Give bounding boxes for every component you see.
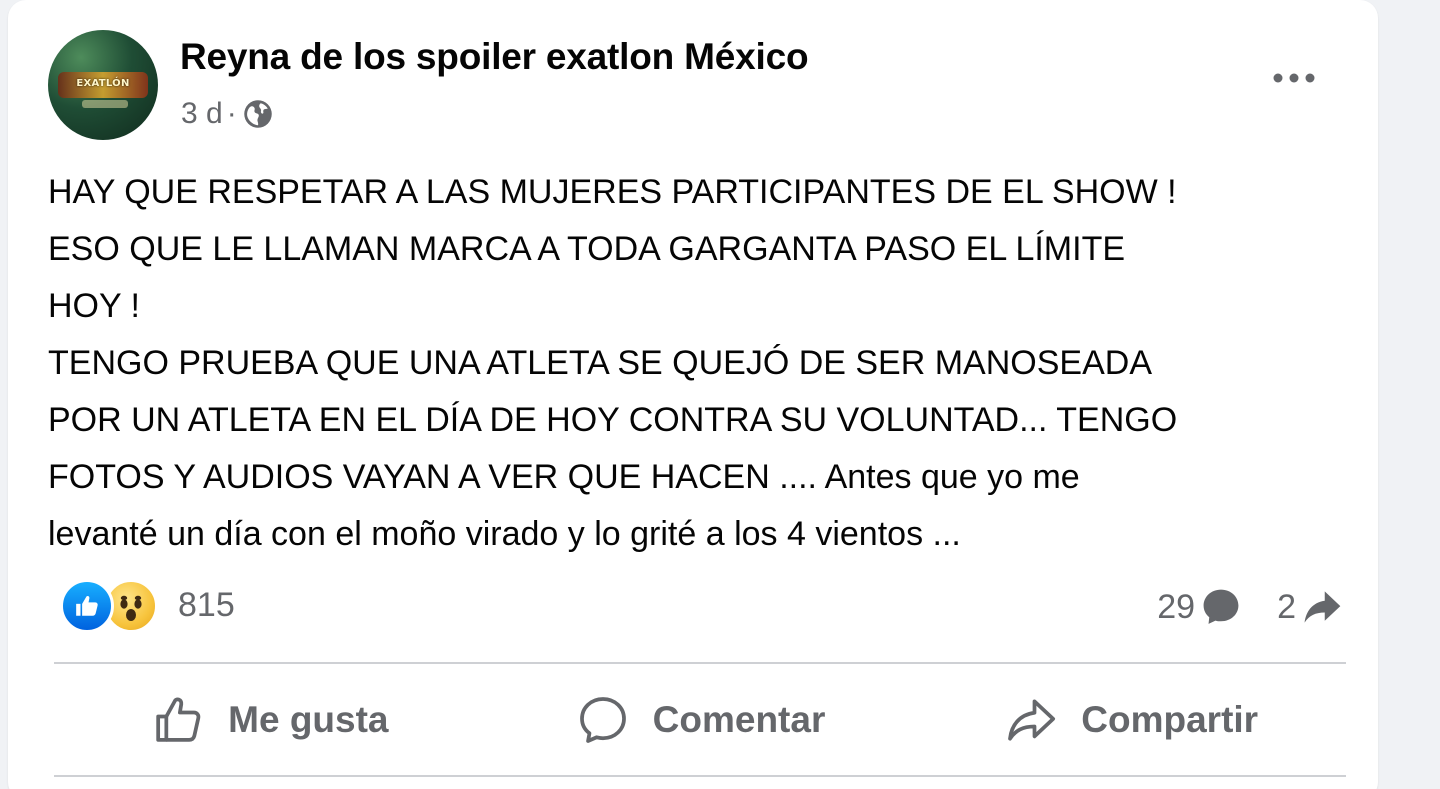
thumbs-up-icon bbox=[156, 697, 201, 742]
globe-icon[interactable] bbox=[243, 99, 273, 129]
shares-count: 2 bbox=[1277, 587, 1296, 626]
more-options-button[interactable] bbox=[1262, 56, 1326, 100]
share-icon bbox=[1008, 699, 1056, 741]
shares-count-link[interactable]: 2 bbox=[1277, 585, 1344, 629]
post-actions-bar: Me gusta Comentar Compartir bbox=[54, 666, 1346, 774]
meta-separator: · bbox=[226, 97, 237, 130]
share-arrow-icon bbox=[1304, 591, 1341, 623]
comment-bubble-icon bbox=[1203, 589, 1239, 624]
divider-top bbox=[54, 662, 1346, 664]
post-meta: 3 d · bbox=[181, 96, 273, 132]
like-reaction-icon bbox=[60, 579, 114, 633]
reaction-icons[interactable] bbox=[60, 579, 158, 633]
more-options-icon bbox=[1273, 73, 1315, 83]
like-button-label: Me gusta bbox=[228, 699, 389, 740]
share-button-label: Compartir bbox=[1081, 699, 1259, 740]
avatar-logo-subline bbox=[82, 100, 128, 108]
right-column bbox=[1380, 0, 1440, 789]
share-button[interactable]: Compartir bbox=[915, 666, 1346, 774]
comment-button-label: Comentar bbox=[652, 699, 826, 740]
comment-button[interactable]: Comentar bbox=[485, 666, 916, 774]
post-timestamp[interactable]: 3 d bbox=[181, 97, 223, 131]
post-header: EXATLÓN Reyna de los spoiler exatlon Méx… bbox=[48, 30, 1348, 142]
reactions-summary: 815 29 2 bbox=[50, 579, 1350, 634]
feed-background: EXATLÓN Reyna de los spoiler exatlon Méx… bbox=[0, 0, 1440, 789]
engagement-counts: 29 2 bbox=[1157, 584, 1344, 630]
avatar-logo-text: EXATLÓN bbox=[76, 78, 130, 89]
post-card: EXATLÓN Reyna de los spoiler exatlon Méx… bbox=[8, 0, 1378, 789]
comment-icon bbox=[579, 697, 626, 743]
divider-bottom bbox=[54, 775, 1346, 777]
comments-count-link[interactable]: 29 bbox=[1157, 585, 1243, 629]
post-author-name[interactable]: Reyna de los spoiler exatlon México bbox=[180, 36, 809, 78]
page-avatar[interactable]: EXATLÓN bbox=[48, 30, 158, 140]
comments-count: 29 bbox=[1157, 587, 1196, 626]
post-body-text: HAY QUE RESPETAR A LAS MUJERES PARTICIPA… bbox=[48, 173, 1178, 553]
reactions-count[interactable]: 815 bbox=[178, 586, 235, 625]
like-button[interactable]: Me gusta bbox=[54, 666, 485, 774]
